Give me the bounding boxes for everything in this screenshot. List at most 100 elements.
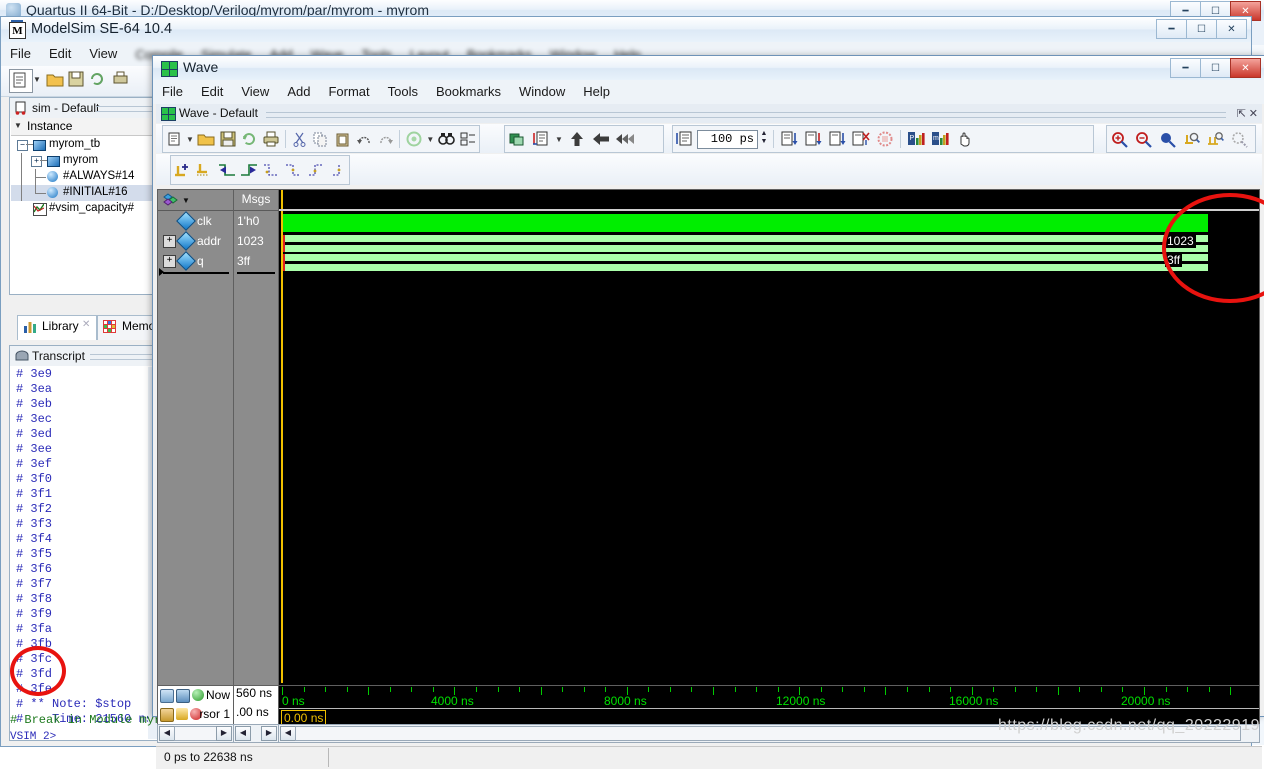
- signal-row-addr[interactable]: + addr: [158, 231, 233, 251]
- objects-icon[interactable]: [163, 193, 179, 210]
- cursor-strip[interactable]: [279, 190, 1259, 211]
- wave-menu-add[interactable]: Add: [278, 80, 319, 103]
- modelsim-minimize-button[interactable]: ━: [1156, 19, 1187, 39]
- transcript-prompt[interactable]: VSIM 2>: [10, 731, 56, 743]
- close-icon[interactable]: ✕: [82, 319, 90, 330]
- restart-icon[interactable]: [505, 128, 529, 150]
- wave-menu-bookmarks[interactable]: Bookmarks: [427, 80, 510, 103]
- modelsim-menu-view[interactable]: View: [80, 42, 126, 65]
- cursor-row-icons[interactable]: [160, 708, 202, 722]
- run-indicator-icon[interactable]: [192, 689, 204, 701]
- now-row-icons[interactable]: [160, 689, 204, 703]
- break-icon[interactable]: [849, 128, 873, 150]
- find-next-falling-icon[interactable]: [282, 159, 304, 181]
- cursor-row[interactable]: rsor 1: [158, 705, 233, 724]
- run-all-icon[interactable]: [673, 128, 697, 150]
- wave-pane-close-icon[interactable]: ✕: [1249, 107, 1258, 120]
- signal-names-list[interactable]: clk + addr + q: [158, 211, 233, 276]
- tree-expander-minus[interactable]: −: [17, 140, 28, 151]
- modelsim-window-buttons[interactable]: ━ ☐ ✕: [1156, 19, 1247, 39]
- instance-filter-icon[interactable]: ▼: [14, 121, 22, 130]
- wave-undock-icon[interactable]: ⇱: [1237, 107, 1246, 120]
- wave-menu-format[interactable]: Format: [319, 80, 378, 103]
- save-icon[interactable]: [67, 70, 85, 91]
- pan-icon[interactable]: [952, 128, 976, 150]
- wave-toolbar-row2[interactable]: [156, 154, 1262, 185]
- tree-item-initial-16[interactable]: #INITIAL#16: [11, 185, 157, 201]
- wave-menu-tools[interactable]: Tools: [379, 80, 427, 103]
- toolbar-group-zoom[interactable]: [1106, 125, 1256, 153]
- toolbar-group-simulate[interactable]: ▼: [504, 125, 664, 153]
- find-prev-falling-icon[interactable]: [260, 159, 282, 181]
- now-row[interactable]: Now: [158, 686, 233, 705]
- chevron-down-icon[interactable]: ▼: [553, 128, 565, 150]
- scroll-left-arrow[interactable]: ◀: [280, 726, 296, 741]
- find-icon[interactable]: [436, 128, 458, 150]
- toolbar-group-cursor[interactable]: [170, 155, 350, 185]
- wave-restore-button[interactable]: ☐: [1200, 58, 1231, 78]
- modelsim-menu-file[interactable]: File: [1, 42, 40, 65]
- zoom-select-icon[interactable]: [1227, 128, 1251, 150]
- new-document-dropdown-icon[interactable]: ▼: [33, 75, 41, 84]
- instance-column-header[interactable]: ▼ Instance: [11, 118, 157, 136]
- zoom-full-icon[interactable]: [1155, 128, 1179, 150]
- scroll-right-arrow[interactable]: ▶: [261, 726, 277, 741]
- reload-icon[interactable]: [89, 71, 106, 90]
- signal-expander-plus[interactable]: +: [163, 235, 176, 248]
- scroll-right-arrow[interactable]: ▶: [216, 726, 232, 741]
- tree-item-always-14[interactable]: #ALWAYS#14: [11, 169, 157, 185]
- chevron-down-icon[interactable]: ▼: [185, 128, 196, 150]
- wave-view-icon[interactable]: [160, 689, 174, 703]
- toolbar-group-standard[interactable]: ▼ ▼: [162, 125, 480, 153]
- chevron-down-icon[interactable]: ▼: [182, 196, 190, 205]
- zoom-range-icon[interactable]: [1203, 128, 1227, 150]
- zoom-out-icon[interactable]: [1131, 128, 1155, 150]
- names-hscrollbar[interactable]: ◀ ▶: [157, 724, 234, 743]
- wave-window-buttons[interactable]: ━ ☐ ✕: [1170, 58, 1261, 78]
- cursor-1-line[interactable]: [281, 190, 283, 209]
- new-document-icon[interactable]: [9, 69, 33, 93]
- wave-toolbar-row1[interactable]: ▼ ▼ ▼ 100 ps ▲ ▼ P m: [156, 124, 1262, 153]
- scroll-left-arrow[interactable]: ◀: [159, 726, 175, 741]
- insert-cursor-icon[interactable]: [171, 159, 193, 181]
- zoom-in-icon[interactable]: [1107, 128, 1131, 150]
- step-icon[interactable]: [777, 128, 801, 150]
- find-next-rising-icon[interactable]: [327, 159, 349, 181]
- continue-icon[interactable]: [613, 128, 637, 150]
- step-over-icon[interactable]: [801, 128, 825, 150]
- signal-expander-plus[interactable]: +: [163, 255, 176, 268]
- run-length-spinner[interactable]: ▲ ▼: [758, 130, 770, 148]
- expand-collapse-icon[interactable]: [457, 128, 479, 150]
- cursor-1-vertical-line[interactable]: [281, 211, 283, 683]
- redo-icon[interactable]: [375, 128, 397, 150]
- tree-item-myrom[interactable]: + myrom: [11, 153, 157, 169]
- save-icon[interactable]: [217, 128, 239, 150]
- tree-item-vsim-capacity[interactable]: #vsim_capacity#: [11, 201, 157, 217]
- undo-icon[interactable]: [353, 128, 375, 150]
- wave-minimize-button[interactable]: ━: [1170, 58, 1201, 78]
- prev-transition-icon[interactable]: [216, 159, 238, 181]
- scroll-left-arrow[interactable]: ◀: [235, 726, 251, 741]
- stop-icon[interactable]: [873, 128, 897, 150]
- wave-menubar[interactable]: File Edit View Add Format Tools Bookmark…: [153, 80, 1264, 104]
- cut-icon[interactable]: [289, 128, 311, 150]
- wave-menu-view[interactable]: View: [232, 80, 278, 103]
- open-folder-icon[interactable]: [195, 128, 217, 150]
- new-document-icon[interactable]: [163, 128, 185, 150]
- tree-expander-plus[interactable]: +: [31, 156, 42, 167]
- run-icon[interactable]: [403, 128, 425, 150]
- tab-library[interactable]: Library ✕: [17, 315, 97, 340]
- wave-close-button[interactable]: ✕: [1230, 58, 1261, 78]
- values-hscrollbar[interactable]: ◀ ▶: [233, 724, 279, 743]
- run-length-field[interactable]: 100 ps: [697, 129, 758, 149]
- lock-icon[interactable]: [160, 708, 174, 722]
- signal-names-panel[interactable]: ▼ clk + addr + q: [157, 189, 234, 686]
- signal-names-header[interactable]: ▼: [158, 190, 233, 211]
- print-icon[interactable]: [111, 70, 130, 90]
- cursor-pen-icon[interactable]: [176, 708, 188, 720]
- modelsim-restore-button[interactable]: ☐: [1186, 19, 1217, 39]
- signal-row-clk[interactable]: clk: [158, 211, 233, 231]
- reload-icon[interactable]: [239, 128, 261, 150]
- paste-icon[interactable]: [332, 128, 354, 150]
- delete-cursor-icon[interactable]: [193, 159, 215, 181]
